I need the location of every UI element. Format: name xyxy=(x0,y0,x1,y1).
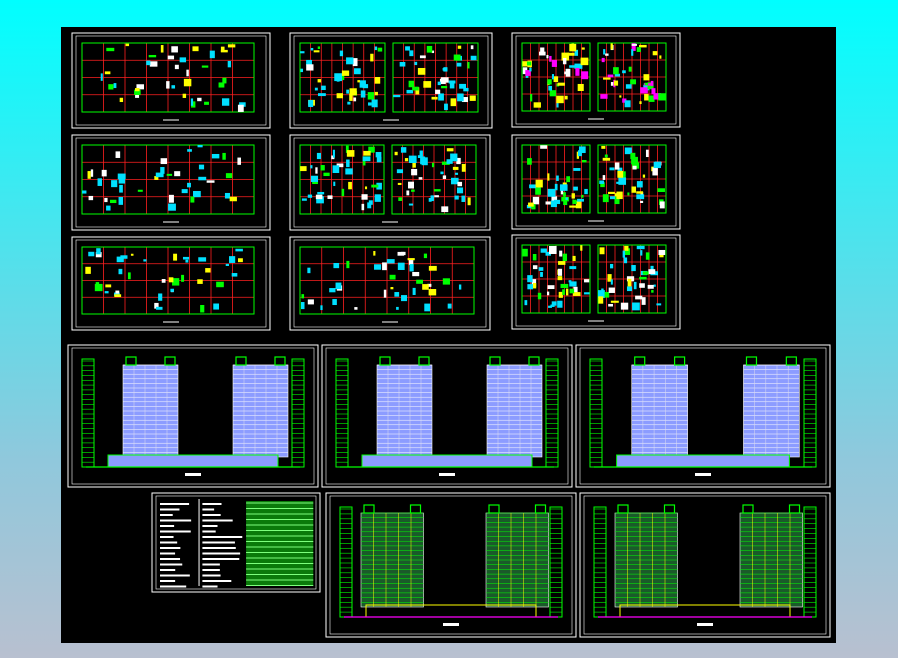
sheet-section[interactable] xyxy=(325,492,577,638)
sheet-unit-plan[interactable] xyxy=(511,234,681,330)
drawing-sheets xyxy=(67,32,831,638)
sheet-elevation[interactable] xyxy=(67,344,319,488)
sheet-elevation[interactable] xyxy=(321,344,573,488)
cad-drawing-canvas[interactable] xyxy=(61,27,836,643)
sheet-floor-plan[interactable] xyxy=(289,32,493,129)
sheet-unit-plan[interactable] xyxy=(511,32,681,128)
sheet-floor-plan[interactable] xyxy=(289,236,491,331)
sheet-detail-plan[interactable] xyxy=(289,134,491,231)
sheet-floor-plan[interactable] xyxy=(71,134,271,231)
sheet-elevation[interactable] xyxy=(575,344,831,488)
sheet-section[interactable] xyxy=(579,492,831,638)
sheet-notes-table[interactable] xyxy=(151,492,321,593)
sheet-floor-plan[interactable] xyxy=(71,32,271,129)
sheet-unit-plan[interactable] xyxy=(511,134,681,230)
sheet-floor-plan[interactable] xyxy=(71,236,271,331)
